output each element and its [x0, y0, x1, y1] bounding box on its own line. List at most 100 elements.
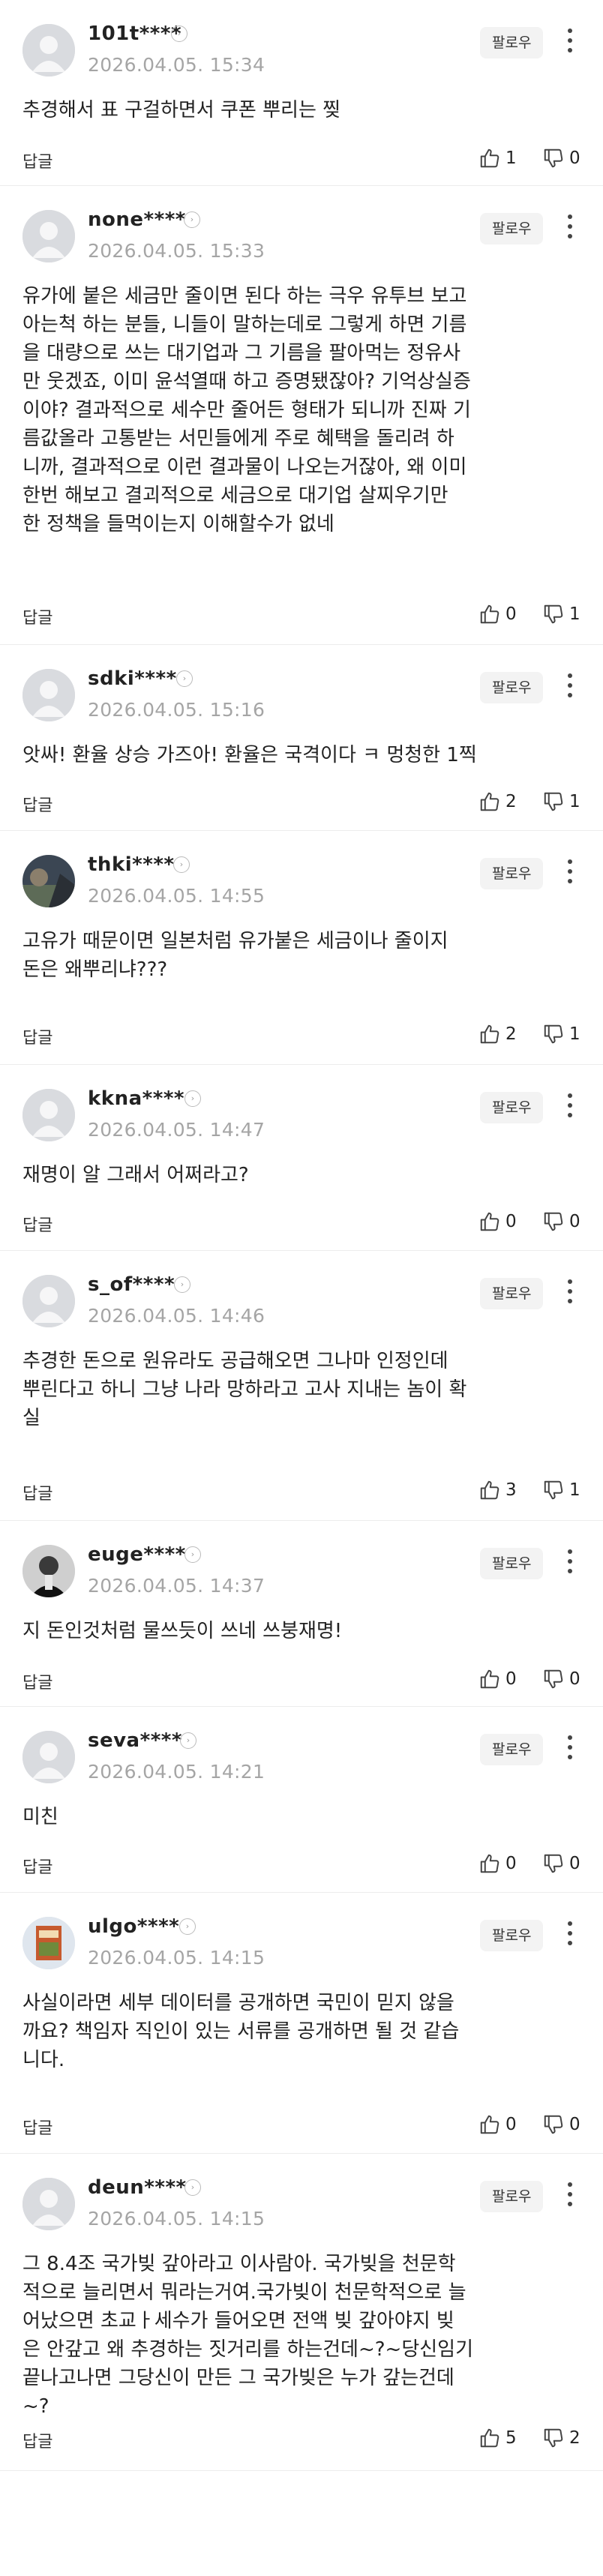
avatar[interactable]: [22, 1731, 75, 1783]
dislike-count: 0: [569, 148, 580, 168]
like-button[interactable]: 2: [478, 1023, 517, 1045]
comment-text: 추경한 돈으로 원유라도 공급해오면 그나마 인정인데 뿌린다고 하니 그냥 나…: [22, 1350, 467, 1429]
more-options-icon[interactable]: [562, 670, 578, 700]
like-count: 0: [506, 1669, 517, 1689]
follow-button[interactable]: 팔로우: [480, 1548, 544, 1579]
avatar[interactable]: [22, 2178, 75, 2230]
comment-item: sdki**** › 2026.04.05. 15:16 팔로우 앗싸! 환율 상승 가…: [0, 645, 603, 831]
comment-text: 그 8.4조 국가빚 갚아라고 이사람아. 국가빚을 천문학 적으로 늘리면서 …: [22, 2253, 474, 2418]
thumbs-down-icon: [542, 1023, 565, 1045]
user-info-icon[interactable]: ›: [173, 856, 190, 873]
follow-button[interactable]: 팔로우: [480, 858, 544, 889]
more-options-icon[interactable]: [562, 211, 578, 241]
user-info-icon[interactable]: ›: [176, 670, 193, 687]
dislike-button[interactable]: 0: [542, 147, 580, 169]
user-name[interactable]: seva****: [88, 1729, 182, 1752]
user-info-icon[interactable]: ›: [184, 1090, 201, 1107]
comment-text: 지 돈인것처럼 물쓰듯이 쓰네 쓰붕재명!: [22, 1620, 343, 1642]
user-name[interactable]: 101t****: [88, 22, 182, 45]
comment-text: 추경해서 표 구걸하면서 쿠폰 뿌리는 찢: [22, 99, 341, 121]
like-button[interactable]: 5: [478, 2427, 517, 2449]
thumbs-up-icon: [478, 1852, 501, 1875]
comment-item: deun**** › 2026.04.05. 14:15 팔로우 그 8.4조 국가빚 …: [0, 2154, 603, 2471]
follow-button[interactable]: 팔로우: [480, 1278, 544, 1309]
reply-button[interactable]: 답글: [22, 1669, 52, 1693]
reply-button[interactable]: 답글: [22, 604, 52, 628]
user-name[interactable]: none****: [88, 208, 186, 231]
more-options-icon[interactable]: [562, 25, 578, 55]
dislike-count: 2: [569, 2428, 580, 2448]
reply-button[interactable]: 답글: [22, 2115, 52, 2139]
user-info-icon[interactable]: ›: [180, 1732, 196, 1749]
reply-button[interactable]: 답글: [22, 1480, 52, 1504]
user-name[interactable]: s_of****: [88, 1273, 175, 1296]
follow-button[interactable]: 팔로우: [480, 1920, 544, 1951]
avatar[interactable]: [22, 210, 75, 262]
avatar[interactable]: [22, 1089, 75, 1141]
dislike-button[interactable]: 1: [542, 790, 580, 813]
avatar[interactable]: [22, 1545, 75, 1597]
dislike-button[interactable]: 0: [542, 1668, 580, 1690]
user-info-icon[interactable]: ›: [171, 25, 188, 42]
like-button[interactable]: 2: [478, 790, 517, 813]
user-name[interactable]: euge****: [88, 1543, 186, 1566]
reply-button[interactable]: 답글: [22, 1854, 52, 1878]
like-button[interactable]: 1: [478, 147, 517, 169]
user-name[interactable]: ulgo****: [88, 1915, 179, 1938]
avatar[interactable]: [22, 24, 75, 76]
user-name[interactable]: thki****: [88, 853, 175, 876]
dislike-button[interactable]: 1: [542, 1479, 580, 1501]
dislike-button[interactable]: 0: [542, 1852, 580, 1875]
like-count: 2: [506, 1024, 517, 1044]
reply-button[interactable]: 답글: [22, 1024, 52, 1048]
more-options-icon[interactable]: [562, 1732, 578, 1762]
more-options-icon[interactable]: [562, 1918, 578, 1948]
more-options-icon[interactable]: [562, 856, 578, 886]
user-name[interactable]: kkna****: [88, 1087, 184, 1110]
follow-button[interactable]: 팔로우: [480, 213, 544, 244]
follow-button[interactable]: 팔로우: [480, 27, 544, 58]
thumbs-up-icon: [478, 1668, 501, 1690]
follow-button[interactable]: 팔로우: [480, 1092, 544, 1123]
reply-button[interactable]: 답글: [22, 1212, 52, 1236]
avatar[interactable]: [22, 855, 75, 907]
dislike-button[interactable]: 0: [542, 2113, 580, 2136]
user-info-icon[interactable]: ›: [174, 1276, 190, 1293]
avatar[interactable]: [22, 669, 75, 721]
user-info-icon[interactable]: ›: [184, 2179, 201, 2196]
dislike-count: 1: [569, 1024, 580, 1044]
follow-button[interactable]: 팔로우: [480, 1734, 544, 1765]
user-name[interactable]: sdki****: [88, 667, 177, 690]
user-info-icon[interactable]: ›: [184, 1546, 201, 1563]
reply-button[interactable]: 답글: [22, 2428, 52, 2452]
reply-button[interactable]: 답글: [22, 148, 52, 172]
more-options-icon[interactable]: [562, 1276, 578, 1306]
like-button[interactable]: 0: [478, 2113, 517, 2136]
thumbs-down-icon: [542, 1668, 565, 1690]
like-button[interactable]: 0: [478, 1668, 517, 1690]
like-button[interactable]: 3: [478, 1479, 517, 1501]
dislike-button[interactable]: 2: [542, 2427, 580, 2449]
like-button[interactable]: 0: [478, 603, 517, 625]
dislike-button[interactable]: 1: [542, 1023, 580, 1045]
follow-button[interactable]: 팔로우: [480, 2181, 544, 2212]
like-button[interactable]: 0: [478, 1210, 517, 1233]
comment-text: 유가에 붙은 세금만 줄이면 된다 하는 극우 유투브 보고 아는척 하는 분들…: [22, 285, 471, 535]
more-options-icon[interactable]: [562, 1090, 578, 1120]
comment-item: s_of**** › 2026.04.05. 14:46 팔로우 추경한 돈으로 원유라…: [0, 1251, 603, 1521]
user-info-icon[interactable]: ›: [184, 211, 200, 228]
dislike-button[interactable]: 0: [542, 1210, 580, 1233]
user-name[interactable]: deun****: [88, 2176, 187, 2199]
avatar[interactable]: [22, 1275, 75, 1327]
follow-button[interactable]: 팔로우: [480, 672, 544, 703]
timestamp: 2026.04.05. 14:15: [88, 1947, 266, 1969]
dislike-button[interactable]: 1: [542, 603, 580, 625]
more-options-icon[interactable]: [562, 2179, 578, 2209]
user-info-icon[interactable]: ›: [179, 1918, 196, 1935]
reply-button[interactable]: 답글: [22, 792, 52, 816]
like-button[interactable]: 0: [478, 1852, 517, 1875]
more-options-icon[interactable]: [562, 1546, 578, 1576]
comment-item: none**** › 2026.04.05. 15:33 팔로우 유가에 붙은 세금만 …: [0, 186, 603, 645]
avatar[interactable]: [22, 1917, 75, 1969]
timestamp: 2026.04.05. 14:37: [88, 1575, 266, 1597]
